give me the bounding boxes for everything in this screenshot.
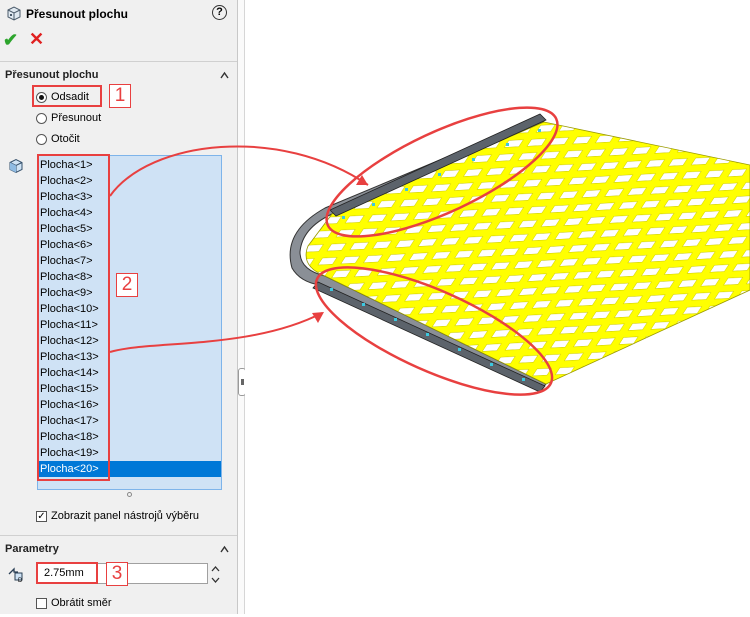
- callout-number-3: 3: [106, 562, 128, 586]
- callout-number-2: 2: [116, 273, 138, 297]
- arrow-to-top-faces: [109, 145, 369, 197]
- highlight-box-faces: [37, 154, 110, 481]
- highlight-box-offset: [32, 85, 102, 107]
- arrowhead: [356, 175, 368, 185]
- arrow-to-bottom-faces: [109, 312, 323, 353]
- highlight-box-distance: [36, 562, 98, 584]
- callout-number-1: 1: [109, 84, 131, 108]
